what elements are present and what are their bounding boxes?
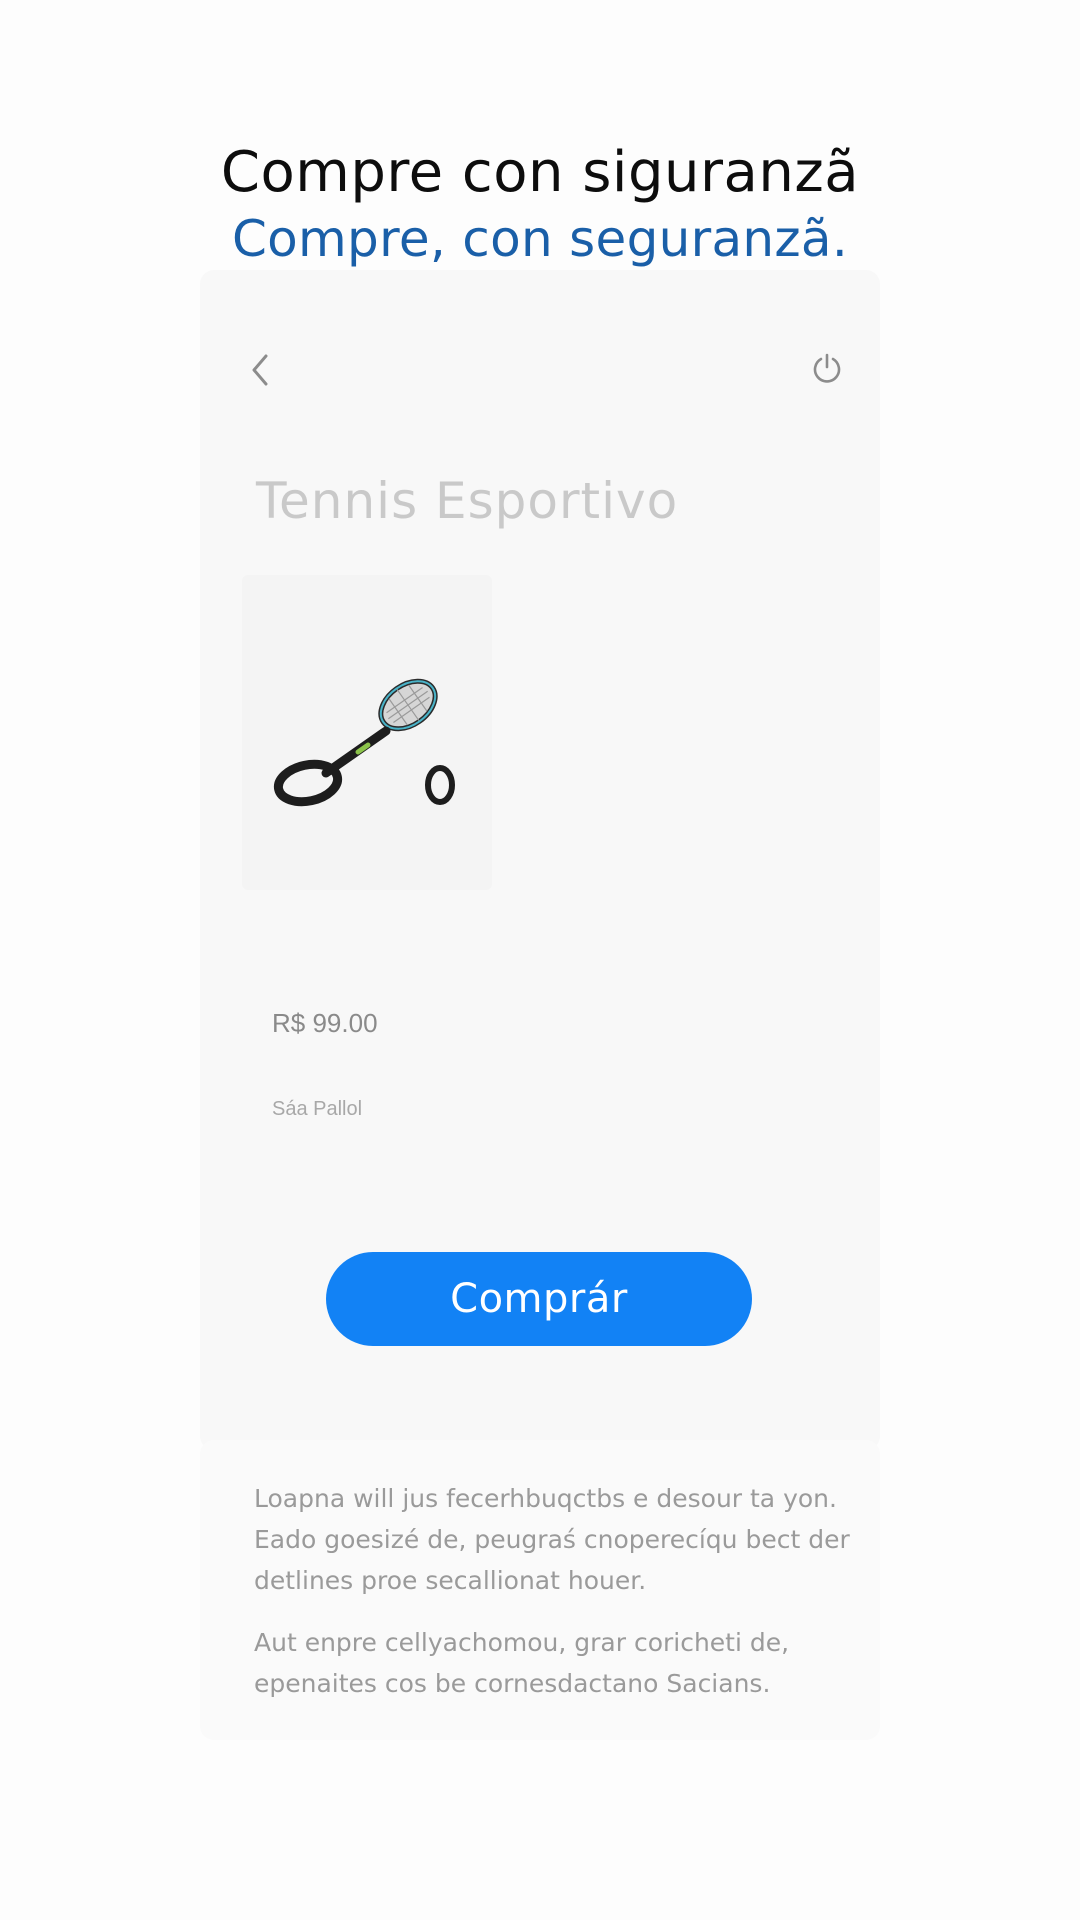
back-button[interactable] [242,350,278,390]
seller-name: Sáa Pallol [272,1098,363,1120]
tennis-racket-icon [273,678,455,807]
buy-button[interactable]: Comprár [326,1252,752,1346]
chevron-left-icon [252,354,268,386]
headline-primary: Compre con siguranzã [220,140,860,205]
product-price: R$ 99.00 [272,1008,378,1038]
refresh-button[interactable] [808,350,846,388]
refresh-icon [813,353,841,383]
description-paragraph: Loapna will jus fecerhbuqctbs e desour t… [254,1484,850,1595]
headline-secondary: Compre, con seguranzã. [231,210,849,268]
product-page: Compre con siguranzã Compre, con seguran… [0,0,1080,1920]
product-title: Tennis Esportivo [256,472,679,530]
description-paragraph: Aut enpre cellyachomou, grar coricheti d… [254,1628,790,1698]
